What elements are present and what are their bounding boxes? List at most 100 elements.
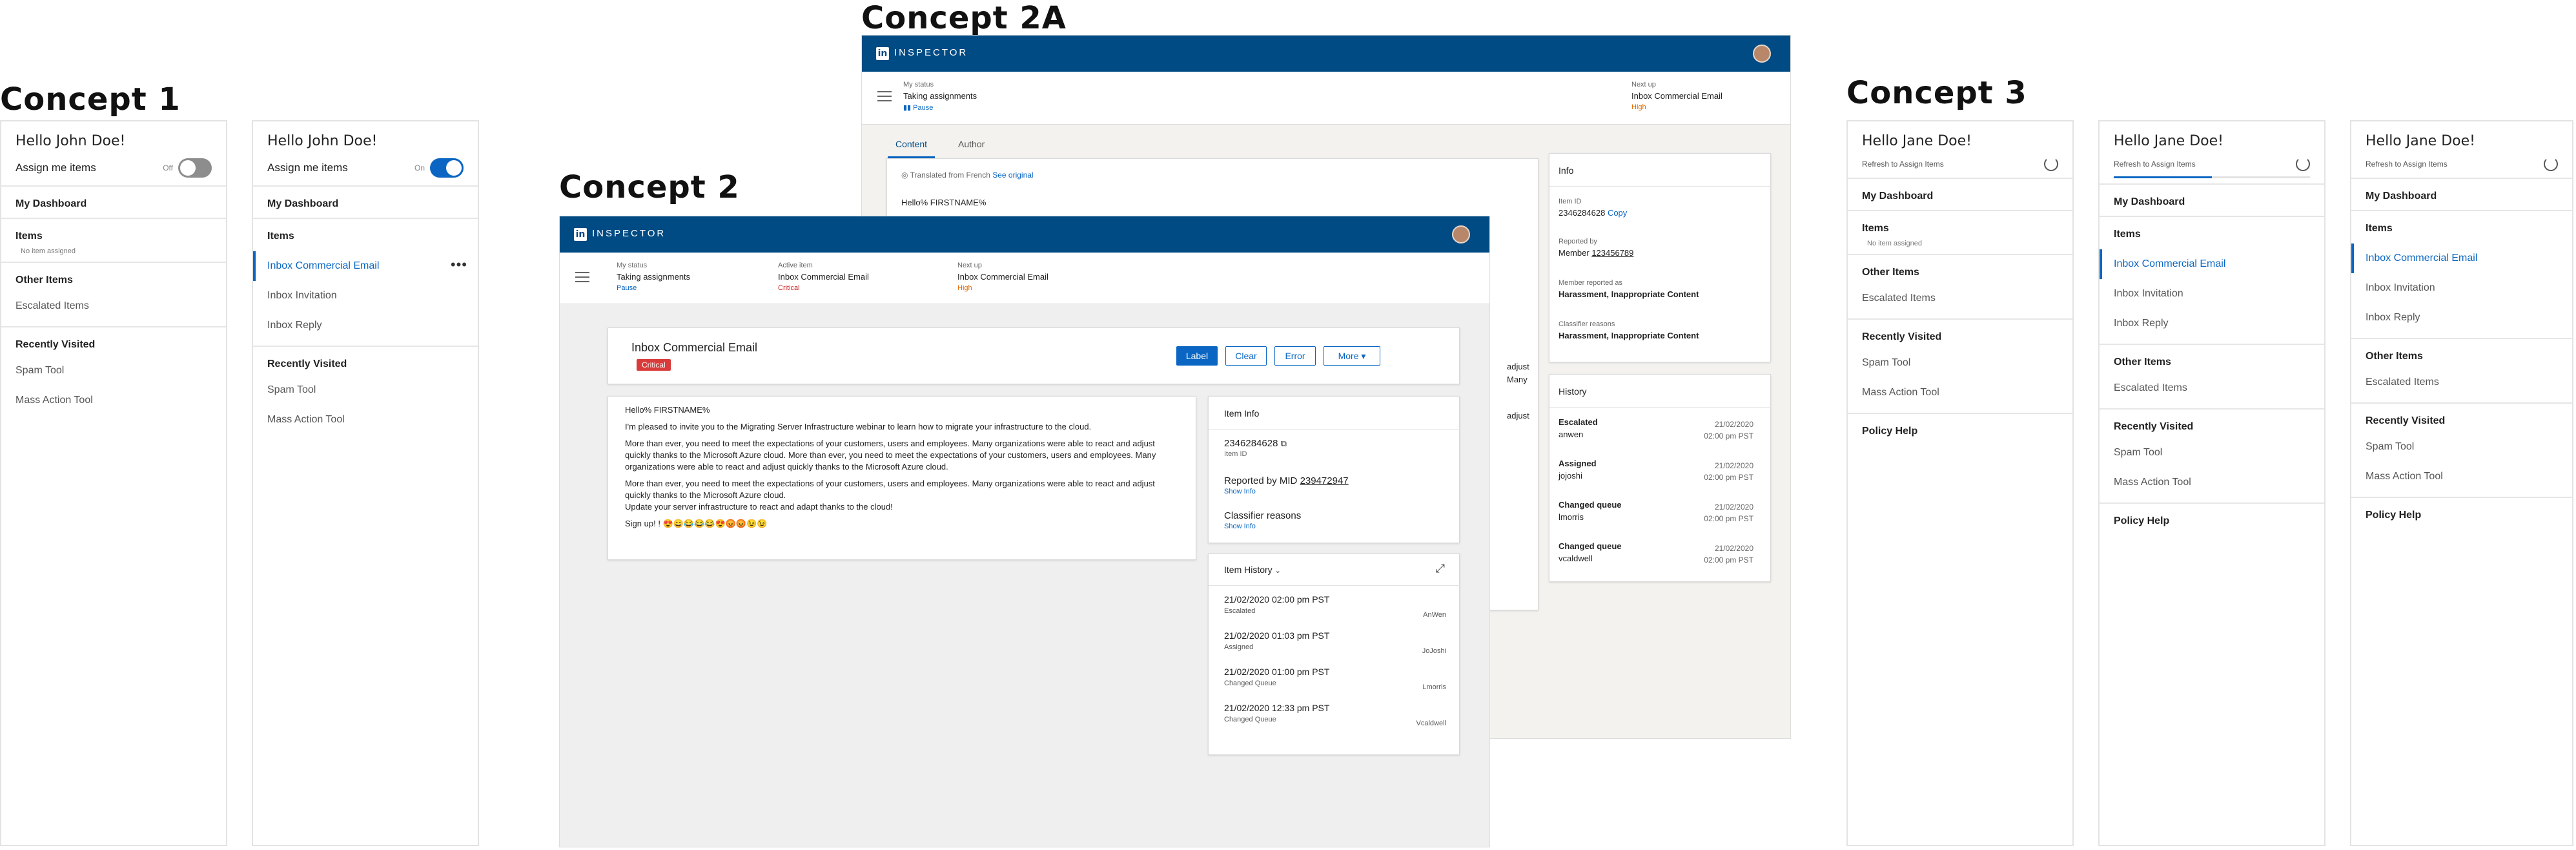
recent-heading: Recently Visited: [2114, 421, 2194, 432]
nav-item-mass-action[interactable]: Mass Action Tool: [1848, 378, 2072, 408]
item-history-title: Item History: [1224, 565, 1273, 575]
pause-button[interactable]: ▮▮ Pause: [903, 103, 977, 112]
history-row: 21/02/2020 02:00 pm PST Escalated AnWen: [1224, 594, 1446, 619]
tab-author[interactable]: Author: [950, 132, 992, 158]
item-header-card: Inbox Commercial Email Critical Label Cl…: [608, 327, 1460, 384]
show-info-link[interactable]: Show Info: [1224, 523, 1301, 530]
concept-2a-title: Concept 2A: [861, 0, 1067, 36]
nav-dashboard[interactable]: My Dashboard: [267, 198, 478, 210]
refresh-label: Refresh to Assign Items: [1862, 160, 1944, 169]
reported-by-label: Reported by: [1559, 238, 1597, 245]
assign-toggle[interactable]: [430, 158, 464, 178]
nav-item-escalated[interactable]: Escalated Items: [2351, 368, 2572, 397]
nav-item-escalated[interactable]: Escalated Items: [1848, 284, 2072, 313]
policy-help-link[interactable]: Policy Help: [1862, 426, 2072, 437]
pause-button[interactable]: Pause: [617, 284, 690, 292]
greeting: Hello Jane Doe!: [2114, 133, 2223, 149]
next-up-priority: High: [957, 284, 972, 292]
status-bar: My status Taking assignments ▮▮ Pause Ne…: [862, 72, 1790, 125]
nav-item-inbox-reply[interactable]: Inbox Reply: [2351, 303, 2572, 333]
nav-item-spam-tool[interactable]: Spam Tool: [2351, 432, 2572, 462]
email-greeting: Hello% FIRSTNAME%: [901, 198, 986, 207]
nav-item-inbox-commercial[interactable]: Inbox Commercial Email •••: [253, 251, 478, 281]
status-label: My status: [903, 81, 934, 88]
status-bar: My status Taking assignments Pause Activ…: [560, 253, 1489, 304]
more-dropdown-button[interactable]: More ▾: [1324, 346, 1380, 366]
nav-dashboard[interactable]: My Dashboard: [2366, 191, 2572, 202]
concept-1-title: Concept 1: [0, 81, 181, 118]
nav-item-inbox-invitation[interactable]: Inbox Invitation: [2351, 273, 2572, 303]
more-options-icon[interactable]: •••: [451, 256, 467, 273]
refresh-icon[interactable]: [2544, 157, 2558, 171]
toggle-state-label: On: [414, 163, 425, 172]
refresh-icon[interactable]: [2296, 157, 2310, 171]
refresh-icon[interactable]: [2044, 157, 2058, 171]
item-id-value: 2346284628: [1559, 208, 1606, 218]
email-paragraph: More than ever, you need to meet the exp…: [625, 439, 1156, 472]
history-card: History Escalated anwen 21/02/2020 02:00 …: [1549, 374, 1772, 582]
label-button[interactable]: Label: [1176, 346, 1218, 366]
content-tabs: Content Author: [888, 132, 992, 158]
nav-item-inbox-commercial[interactable]: Inbox Commercial Email: [2100, 249, 2324, 279]
nav-item-escalated[interactable]: Escalated Items: [1, 291, 226, 321]
reported-mid-link[interactable]: 239472947: [1300, 475, 1349, 486]
item-info-title: Item Info: [1224, 408, 1260, 419]
nav-item-spam-tool[interactable]: Spam Tool: [253, 375, 478, 405]
avatar[interactable]: [1452, 225, 1470, 244]
nav-item-mass-action[interactable]: Mass Action Tool: [253, 405, 478, 435]
copy-icon[interactable]: ⧉: [1281, 439, 1287, 448]
status-label: My status: [617, 262, 648, 269]
recent-heading: Recently Visited: [15, 339, 96, 350]
error-button[interactable]: Error: [1274, 346, 1316, 366]
active-item-value: Inbox Commercial Email: [778, 272, 869, 282]
nav-item-inbox-commercial[interactable]: Inbox Commercial Email: [2351, 244, 2572, 273]
nav-item-inbox-invitation[interactable]: Inbox Invitation: [2100, 279, 2324, 309]
history-row: 21/02/2020 01:03 pm PST Assigned JoJoshi: [1224, 630, 1446, 655]
nav-item-spam-tool[interactable]: Spam Tool: [2100, 438, 2324, 468]
tab-content[interactable]: Content: [888, 132, 935, 158]
policy-help-link[interactable]: Policy Help: [2114, 515, 2324, 527]
history-title: History: [1559, 386, 1587, 397]
nav-dashboard[interactable]: My Dashboard: [2114, 196, 2324, 208]
expand-icon[interactable]: ⤢: [1436, 562, 1445, 575]
nav-item-spam-tool[interactable]: Spam Tool: [1848, 348, 2072, 378]
nav-item-spam-tool[interactable]: Spam Tool: [1, 356, 226, 386]
greeting: Hello Jane Doe!: [2366, 133, 2475, 149]
top-bar: in INSPECTOR: [560, 216, 1489, 253]
copy-button[interactable]: Copy: [1608, 208, 1627, 218]
nav-dashboard[interactable]: My Dashboard: [15, 198, 226, 210]
policy-help-link[interactable]: Policy Help: [2366, 510, 2572, 521]
nav-item-inbox-reply[interactable]: Inbox Reply: [253, 311, 478, 340]
nav-item-mass-action[interactable]: Mass Action Tool: [1, 386, 226, 415]
info-title: Info: [1559, 165, 1574, 176]
no-item-note: No item assigned: [1867, 240, 1922, 247]
see-original-link[interactable]: See original: [992, 171, 1033, 180]
nav-item-inbox-invitation[interactable]: Inbox Invitation: [253, 281, 478, 311]
menu-icon[interactable]: [575, 272, 589, 282]
avatar[interactable]: [1753, 45, 1771, 63]
email-paragraph: I'm pleased to invite you to the Migrati…: [625, 422, 1092, 431]
nav-item-escalated[interactable]: Escalated Items: [2100, 373, 2324, 403]
clear-button[interactable]: Clear: [1225, 346, 1267, 366]
menu-icon[interactable]: [877, 91, 892, 101]
show-info-link[interactable]: Show Info: [1224, 488, 1349, 495]
nav-item-inbox-reply[interactable]: Inbox Reply: [2100, 309, 2324, 338]
next-up-priority: High: [1631, 103, 1646, 111]
toggle-state-label: Off: [163, 163, 173, 172]
assign-label: Assign me items: [15, 161, 96, 174]
member-id-link[interactable]: 123456789: [1591, 248, 1633, 258]
nav-dashboard[interactable]: My Dashboard: [1862, 191, 2072, 202]
classifier-value: Harassment, Inappropriate Content: [1559, 331, 1699, 340]
status-value: Taking assignments: [903, 91, 977, 101]
refresh-label: Refresh to Assign Items: [2366, 160, 2448, 169]
nav-item-mass-action[interactable]: Mass Action Tool: [2100, 468, 2324, 497]
concept1-sidebar-on: Hello John Doe! Assign me items On My Da…: [252, 120, 479, 846]
nav-item-mass-action[interactable]: Mass Action Tool: [2351, 462, 2572, 492]
concept3-sidebar-empty: Hello Jane Doe! Refresh to Assign Items …: [1846, 120, 2074, 846]
greeting: Hello John Doe!: [15, 133, 126, 149]
assign-toggle[interactable]: [178, 158, 212, 178]
email-signup: Sign up! ! 😍😄😂😂😂😍😡😡😉😉: [625, 519, 768, 528]
history-row: 21/02/2020 12:33 pm PST Changed Queue Vc…: [1224, 703, 1446, 727]
chevron-down-icon[interactable]: ⌄: [1275, 567, 1281, 575]
greeting: Hello Jane Doe!: [1862, 133, 1972, 149]
